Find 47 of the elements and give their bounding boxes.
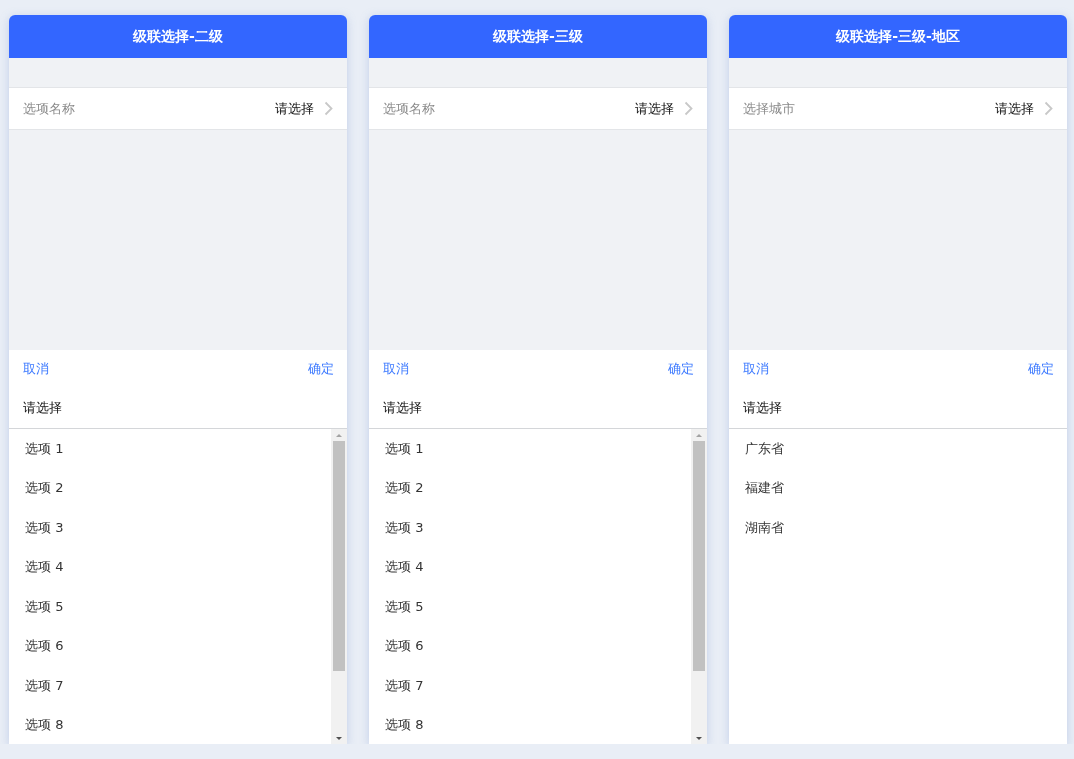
scrollbar-thumb[interactable] xyxy=(693,441,705,671)
confirm-link[interactable]: 确定 xyxy=(1028,360,1054,378)
select-row[interactable]: 选择城市 请选择 xyxy=(729,87,1067,130)
cancel-link[interactable]: 取消 xyxy=(23,360,49,378)
option-item[interactable]: 选项 1 xyxy=(9,429,331,469)
cancel-link[interactable]: 取消 xyxy=(383,360,409,378)
field-label: 选项名称 xyxy=(383,99,436,118)
option-item[interactable]: 选项 5 xyxy=(9,587,331,627)
picker-title: 请选择 xyxy=(369,388,707,429)
option-item[interactable]: 选项 2 xyxy=(9,468,331,508)
picker-title: 请选择 xyxy=(729,388,1067,429)
option-item[interactable]: 选项 4 xyxy=(369,547,691,587)
option-item[interactable]: 选项 6 xyxy=(369,626,691,666)
cancel-link[interactable]: 取消 xyxy=(743,360,769,378)
option-item[interactable]: 福建省 xyxy=(729,468,1067,508)
option-item[interactable]: 选项 3 xyxy=(9,508,331,548)
confirm-link[interactable]: 确定 xyxy=(308,360,334,378)
option-item[interactable]: 选项 1 xyxy=(369,429,691,469)
field-value: 请选择 xyxy=(995,99,1034,118)
field-value: 请选择 xyxy=(635,99,674,118)
scrollbar[interactable] xyxy=(691,429,707,744)
panel-title: 级联选择-三级-地区 xyxy=(729,15,1067,58)
panel-title: 级联选择-三级 xyxy=(369,15,707,58)
option-item[interactable]: 选项 2 xyxy=(369,468,691,508)
option-item[interactable]: 选项 7 xyxy=(9,666,331,706)
select-row[interactable]: 选项名称 请选择 xyxy=(369,87,707,130)
chevron-right-icon xyxy=(684,101,693,116)
option-item[interactable]: 选项 7 xyxy=(369,666,691,706)
option-item[interactable]: 广东省 xyxy=(729,429,1067,469)
select-row[interactable]: 选项名称 请选择 xyxy=(9,87,347,130)
confirm-link[interactable]: 确定 xyxy=(668,360,694,378)
field-label: 选项名称 xyxy=(23,99,76,118)
picker-title: 请选择 xyxy=(9,388,347,429)
scrollbar-thumb[interactable] xyxy=(333,441,345,671)
option-item[interactable]: 选项 5 xyxy=(369,587,691,627)
field-value: 请选择 xyxy=(275,99,314,118)
option-item[interactable]: 选项 8 xyxy=(369,705,691,744)
panel-title: 级联选择-二级 xyxy=(9,15,347,58)
option-item[interactable]: 选项 4 xyxy=(9,547,331,587)
scrollbar[interactable] xyxy=(331,429,347,744)
option-item[interactable]: 选项 8 xyxy=(9,705,331,744)
option-item[interactable]: 选项 3 xyxy=(369,508,691,548)
option-item[interactable]: 选项 6 xyxy=(9,626,331,666)
option-item[interactable]: 湖南省 xyxy=(729,508,1067,548)
field-label: 选择城市 xyxy=(743,99,796,118)
chevron-right-icon xyxy=(324,101,333,116)
chevron-right-icon xyxy=(1044,101,1053,116)
